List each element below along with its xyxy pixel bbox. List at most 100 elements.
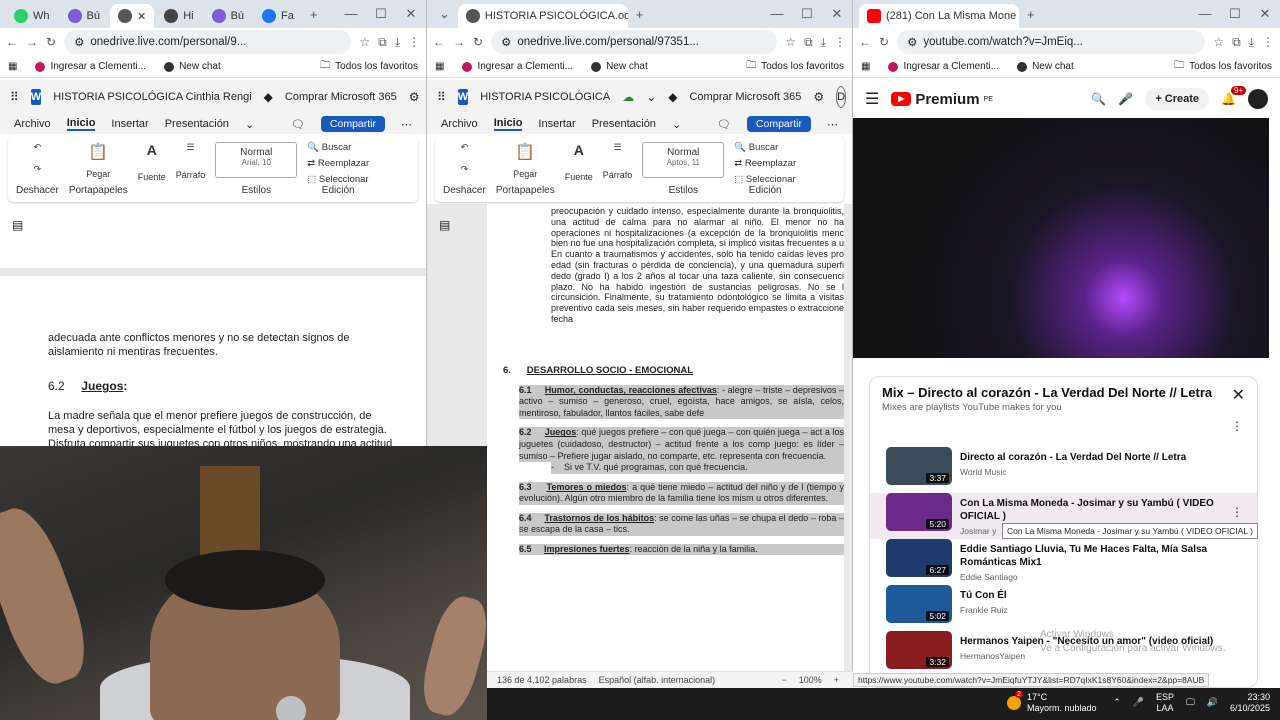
zoom-out-icon[interactable]: −: [781, 675, 786, 685]
settings-icon[interactable]: ⚙: [409, 90, 420, 104]
tab-inicio[interactable]: Inicio: [493, 117, 523, 131]
hamburger-icon[interactable]: ☰: [865, 89, 879, 109]
paste-icon[interactable]: 📋: [88, 142, 108, 162]
video-thumbnail[interactable]: 3:32: [886, 631, 952, 669]
more-icon[interactable]: ⋮: [1231, 419, 1243, 433]
new-tab-button[interactable]: +: [304, 7, 324, 22]
style-normal[interactable]: Normal Aptos, 11: [642, 142, 725, 178]
paragraph-button[interactable]: Párrafo: [176, 170, 206, 180]
mic-icon[interactable]: 🎤: [1118, 92, 1133, 106]
weather-widget[interactable]: 2 17°C Mayorm. nublado: [1007, 690, 1097, 714]
document-title[interactable]: HISTORIA PSICOLÓGICA: [480, 91, 610, 103]
app-launcher-icon[interactable]: ⠿: [437, 90, 446, 104]
minimize-icon[interactable]: —: [336, 6, 366, 22]
more-icon[interactable]: ⋯: [401, 118, 412, 131]
chevron-down-icon[interactable]: ⌄: [672, 118, 681, 131]
font-button[interactable]: Fuente: [138, 172, 166, 182]
clock[interactable]: 23:30 6/10/2025: [1230, 692, 1270, 714]
tab-archivo[interactable]: Archivo: [441, 118, 478, 130]
tab-youtube[interactable]: (281) Con La Misma Mone🔊✕: [859, 4, 1019, 28]
star-icon[interactable]: ☆: [359, 35, 370, 49]
youtube-logo[interactable]: ▶ Premium PE: [891, 91, 993, 108]
channel-name[interactable]: Frankie Ruiz: [960, 605, 1230, 615]
url-field[interactable]: ⚙ youtube.com/watch?v=JmEiq...: [897, 30, 1206, 54]
url-field[interactable]: ⚙ onedrive.live.com/personal/97351...: [491, 30, 778, 54]
more-icon[interactable]: ⋮: [1231, 505, 1243, 519]
reload-icon[interactable]: ↻: [879, 35, 889, 49]
video-thumbnail[interactable]: 5:02: [886, 585, 952, 623]
channel-name[interactable]: Eddie Santiago: [960, 572, 1230, 582]
minimize-icon[interactable]: —: [762, 6, 792, 22]
language-indicator[interactable]: Español (alfab. internacional): [599, 675, 716, 685]
menu-icon[interactable]: ⋮: [834, 35, 846, 49]
close-window-icon[interactable]: ✕: [1250, 6, 1280, 22]
paste-button[interactable]: Pegar: [513, 169, 537, 179]
bookmark-new-chat[interactable]: New chat: [1017, 61, 1074, 72]
video-thumbnail[interactable]: 3:37: [886, 447, 952, 485]
bookmark-clementina[interactable]: Ingresar a Clementi...: [35, 61, 146, 72]
paragraph-icon[interactable]: ☰: [614, 142, 622, 153]
font-button[interactable]: Fuente: [565, 172, 593, 182]
reload-icon[interactable]: ↻: [473, 35, 483, 49]
settings-icon[interactable]: ⚙: [813, 90, 824, 104]
tab-list-icon[interactable]: ⌄: [433, 6, 456, 22]
site-info-icon[interactable]: ⚙: [907, 35, 917, 49]
language-indicator[interactable]: ESP LAA: [1156, 692, 1174, 714]
video-player[interactable]: [853, 118, 1269, 358]
bookmark-clementina[interactable]: Ingresar a Clementi...: [888, 61, 999, 72]
find-button[interactable]: 🔍 Buscar: [307, 142, 369, 153]
close-window-icon[interactable]: ✕: [396, 6, 426, 22]
playlist-item[interactable]: 6:27 Eddie Santiago Lluvia, Tu Me Haces F…: [870, 539, 1257, 585]
extensions-icon[interactable]: ⧉: [804, 35, 813, 50]
tab-active[interactable]: ✕: [109, 4, 155, 28]
zoom-in-icon[interactable]: +: [834, 675, 839, 685]
chevron-down-icon[interactable]: ⌄: [245, 118, 254, 131]
replace-button[interactable]: ⇄ Reemplazar: [307, 158, 369, 169]
monitor-icon[interactable]: 🖵: [1186, 697, 1195, 708]
playlist-item[interactable]: 3:37 Directo al corazón - La Verdad Del N…: [870, 447, 1257, 493]
bookmark-new-chat[interactable]: New chat: [591, 61, 648, 72]
search-icon[interactable]: 🔍: [1091, 92, 1106, 106]
select-button[interactable]: ⬚ Seleccionar: [307, 174, 369, 185]
chevron-down-icon[interactable]: ⌄: [646, 90, 656, 104]
share-button[interactable]: Compartir: [746, 116, 811, 132]
back-icon[interactable]: ←: [433, 35, 445, 49]
style-normal[interactable]: Normal Arial, 10: [215, 142, 298, 178]
comment-icon[interactable]: 🗨: [291, 118, 305, 131]
video-thumbnail[interactable]: 6:27: [886, 539, 952, 577]
maximize-icon[interactable]: ☐: [792, 6, 822, 22]
forward-icon[interactable]: →: [453, 35, 465, 49]
forward-icon[interactable]: →: [26, 35, 38, 49]
bookmark-all-favorites[interactable]: 🗀 Todos los favoritos: [1174, 58, 1272, 75]
close-icon[interactable]: ✕: [1232, 385, 1245, 405]
video-thumbnail[interactable]: 5:20: [886, 493, 952, 531]
playlist-item[interactable]: 5:02 Tú Con Él Frankie Ruiz: [870, 585, 1257, 631]
site-info-icon[interactable]: ⚙: [74, 35, 84, 49]
tab-whatsapp[interactable]: Wh: [6, 4, 58, 28]
video-title[interactable]: Directo al corazón - La Verdad Del Norte…: [960, 451, 1230, 464]
star-icon[interactable]: ☆: [1213, 35, 1224, 49]
nav-pane-icon[interactable]: ▤: [12, 218, 23, 232]
word-logo-icon[interactable]: W: [30, 89, 42, 105]
new-tab-button[interactable]: +: [1021, 7, 1041, 22]
bookmark-clementina[interactable]: Ingresar a Clementi...: [462, 61, 573, 72]
redo-icon[interactable]: ↷: [461, 164, 469, 175]
avatar[interactable]: D: [836, 86, 847, 108]
video-title[interactable]: Tú Con Él: [960, 589, 1230, 602]
apps-icon[interactable]: ▦: [861, 61, 870, 72]
share-button[interactable]: Compartir: [320, 116, 385, 132]
apps-icon[interactable]: ▦: [435, 61, 444, 72]
bookmark-all-favorites[interactable]: 🗀 Todos los favoritos: [320, 58, 418, 75]
font-color-icon[interactable]: A: [147, 142, 157, 158]
zoom-level[interactable]: 100%: [799, 675, 822, 685]
bookmark-new-chat[interactable]: New chat: [164, 61, 221, 72]
avatar[interactable]: [1248, 89, 1268, 109]
replace-button[interactable]: ⇄ Reemplazar: [734, 158, 796, 169]
tab-inicio[interactable]: Inicio: [66, 117, 96, 131]
more-icon[interactable]: ⋯: [827, 118, 838, 131]
mic-icon[interactable]: 🎤: [1133, 697, 1144, 708]
undo-icon[interactable]: ↶: [461, 142, 469, 153]
back-icon[interactable]: ←: [6, 35, 18, 49]
tab-insertar[interactable]: Insertar: [111, 118, 148, 130]
paragraph-icon[interactable]: ☰: [187, 142, 195, 153]
